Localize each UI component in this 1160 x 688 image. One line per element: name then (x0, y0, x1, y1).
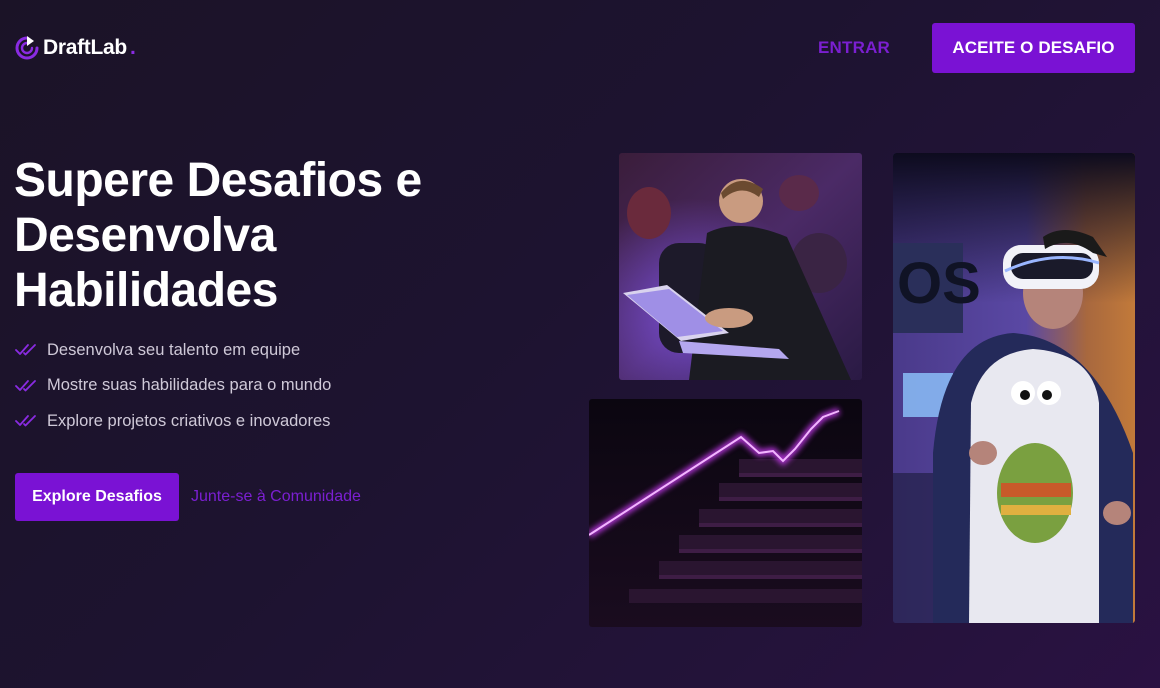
hero-title: Supere Desafios e Desenvolva Habilidades (14, 154, 422, 317)
feature-item: Desenvolva seu talento em equipe (15, 338, 331, 362)
double-check-icon (15, 415, 36, 427)
logo[interactable]: DraftLab. (14, 34, 136, 62)
feature-item: Explore projetos criativos e inovadores (15, 409, 331, 433)
double-check-icon (15, 379, 36, 391)
brand-name: DraftLab (43, 36, 127, 59)
double-check-icon (15, 344, 36, 356)
explore-challenges-button[interactable]: Explore Desafios (15, 473, 179, 521)
brand-dot: . (129, 36, 136, 59)
login-link[interactable]: ENTRAR (818, 38, 890, 58)
vr-headset-photo: OS (893, 153, 1135, 623)
feature-label: Desenvolva seu talento em equipe (47, 340, 301, 359)
svg-text:OS: OS (897, 251, 981, 316)
feature-list: Desenvolva seu talento em equipe Mostre … (15, 338, 331, 445)
join-community-link[interactable]: Junte-se à Comunidade (191, 488, 361, 506)
neon-stairs-photo (589, 399, 862, 627)
feature-label: Explore projetos criativos e inovadores (47, 411, 331, 430)
feature-item: Mostre suas habilidades para o mundo (15, 374, 331, 398)
accept-challenge-button[interactable]: ACEITE O DESAFIO (932, 23, 1135, 73)
feature-label: Mostre suas habilidades para o mundo (47, 376, 332, 394)
hackathon-photo (619, 153, 862, 380)
play-target-icon (15, 36, 39, 60)
